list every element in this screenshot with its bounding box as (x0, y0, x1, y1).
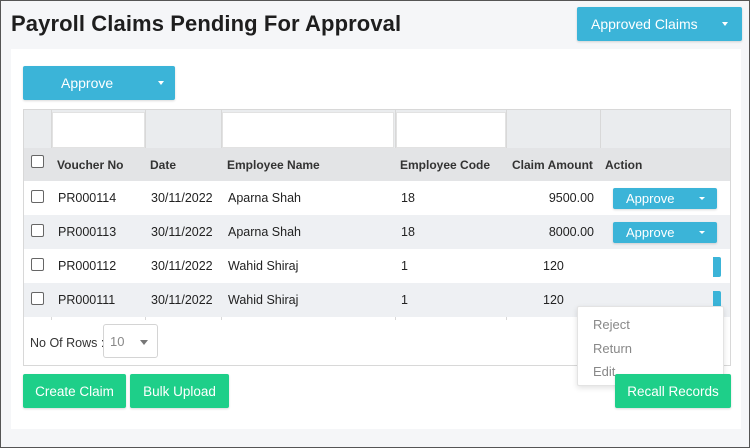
col-employee-code[interactable]: Employee Code (400, 158, 490, 172)
bulk-upload-button[interactable]: Bulk Upload (130, 374, 229, 408)
menu-item-edit[interactable]: Edit (593, 364, 615, 379)
filter-employee-code-input[interactable] (396, 112, 506, 148)
employee-name: Wahid Shiraj (228, 293, 299, 307)
employee-code: 18 (401, 191, 415, 205)
recall-records-button[interactable]: Recall Records (615, 374, 731, 408)
row-approve-button[interactable]: Approve (613, 188, 717, 209)
chevron-down-icon (140, 340, 148, 345)
row-approve-label: Approve (626, 225, 675, 240)
menu-item-reject[interactable]: Reject (593, 317, 630, 332)
employee-name: Wahid Shiraj (228, 259, 299, 273)
table-row: PR000114 30/11/2022 Aparna Shah 18 9500.… (24, 181, 730, 215)
row-approve-button[interactable]: Approve (613, 222, 717, 243)
select-all-checkbox[interactable] (31, 155, 44, 168)
row-checkbox[interactable] (31, 292, 44, 305)
bulk-approve-button[interactable]: Approve (23, 66, 175, 100)
voucher-no: PR000114 (58, 191, 117, 205)
page-title: Payroll Claims Pending For Approval (11, 11, 402, 36)
app-window: Payroll Claims Pending For Approval Appr… (0, 0, 750, 448)
claim-date: 30/11/2022 (151, 225, 213, 239)
voucher-no: PR000112 (58, 259, 117, 273)
rows-per-page-label: No Of Rows : (30, 336, 105, 350)
claim-amount: 8000.00 (548, 225, 594, 239)
approved-claims-label: Approved Claims (591, 16, 698, 32)
filter-employee-name-input[interactable] (222, 112, 394, 148)
bulk-approve-label: Approve (61, 75, 114, 91)
table-header: Voucher No Date Employee Name Employee C… (24, 148, 730, 181)
col-date[interactable]: Date (150, 158, 176, 172)
claim-amount: 9500.00 (548, 191, 594, 205)
voucher-no: PR000113 (58, 225, 117, 239)
employee-code: 1 (401, 259, 408, 273)
claim-date: 30/11/2022 (151, 293, 213, 307)
row-approve-button[interactable] (713, 257, 721, 277)
col-voucher-no[interactable]: Voucher No (57, 158, 123, 172)
claims-table: Voucher No Date Employee Name Employee C… (23, 109, 731, 386)
col-claim-amount[interactable]: Claim Amount (512, 158, 593, 172)
row-checkbox[interactable] (31, 224, 44, 237)
row-approve-label: Approve (626, 191, 675, 206)
employee-code: 18 (401, 225, 415, 239)
filter-voucher-input[interactable] (52, 112, 145, 148)
filter-row (24, 110, 730, 148)
caret-down-icon[interactable] (158, 81, 164, 85)
employee-name: Aparna Shah (228, 225, 301, 239)
claim-amount: 120 (543, 293, 564, 307)
rows-per-page-value: 10 (110, 334, 125, 349)
rows-per-page-select[interactable]: 10 (103, 324, 158, 358)
col-action: Action (605, 158, 643, 172)
table-row: PR000113 30/11/2022 Aparna Shah 18 8000.… (24, 215, 730, 249)
caret-down-icon (722, 22, 728, 26)
row-checkbox[interactable] (31, 258, 44, 271)
employee-code: 1 (401, 293, 408, 307)
table-row: PR000112 30/11/2022 Wahid Shiraj 1 120 (24, 249, 730, 283)
caret-down-icon[interactable] (699, 197, 705, 200)
row-checkbox[interactable] (31, 190, 44, 203)
employee-name: Aparna Shah (228, 191, 301, 205)
caret-down-icon[interactable] (699, 231, 705, 234)
claim-date: 30/11/2022 (151, 191, 213, 205)
voucher-no: PR000111 (58, 293, 116, 307)
claim-date: 30/11/2022 (151, 259, 213, 273)
claim-amount: 120 (543, 259, 564, 273)
create-claim-button[interactable]: Create Claim (23, 374, 126, 408)
approved-claims-dropdown[interactable]: Approved Claims (577, 7, 742, 41)
col-employee-name[interactable]: Employee Name (227, 158, 320, 172)
menu-item-return[interactable]: Return (593, 341, 632, 356)
claims-card: Approve Voucher No Date Employee Name Em… (11, 49, 741, 429)
